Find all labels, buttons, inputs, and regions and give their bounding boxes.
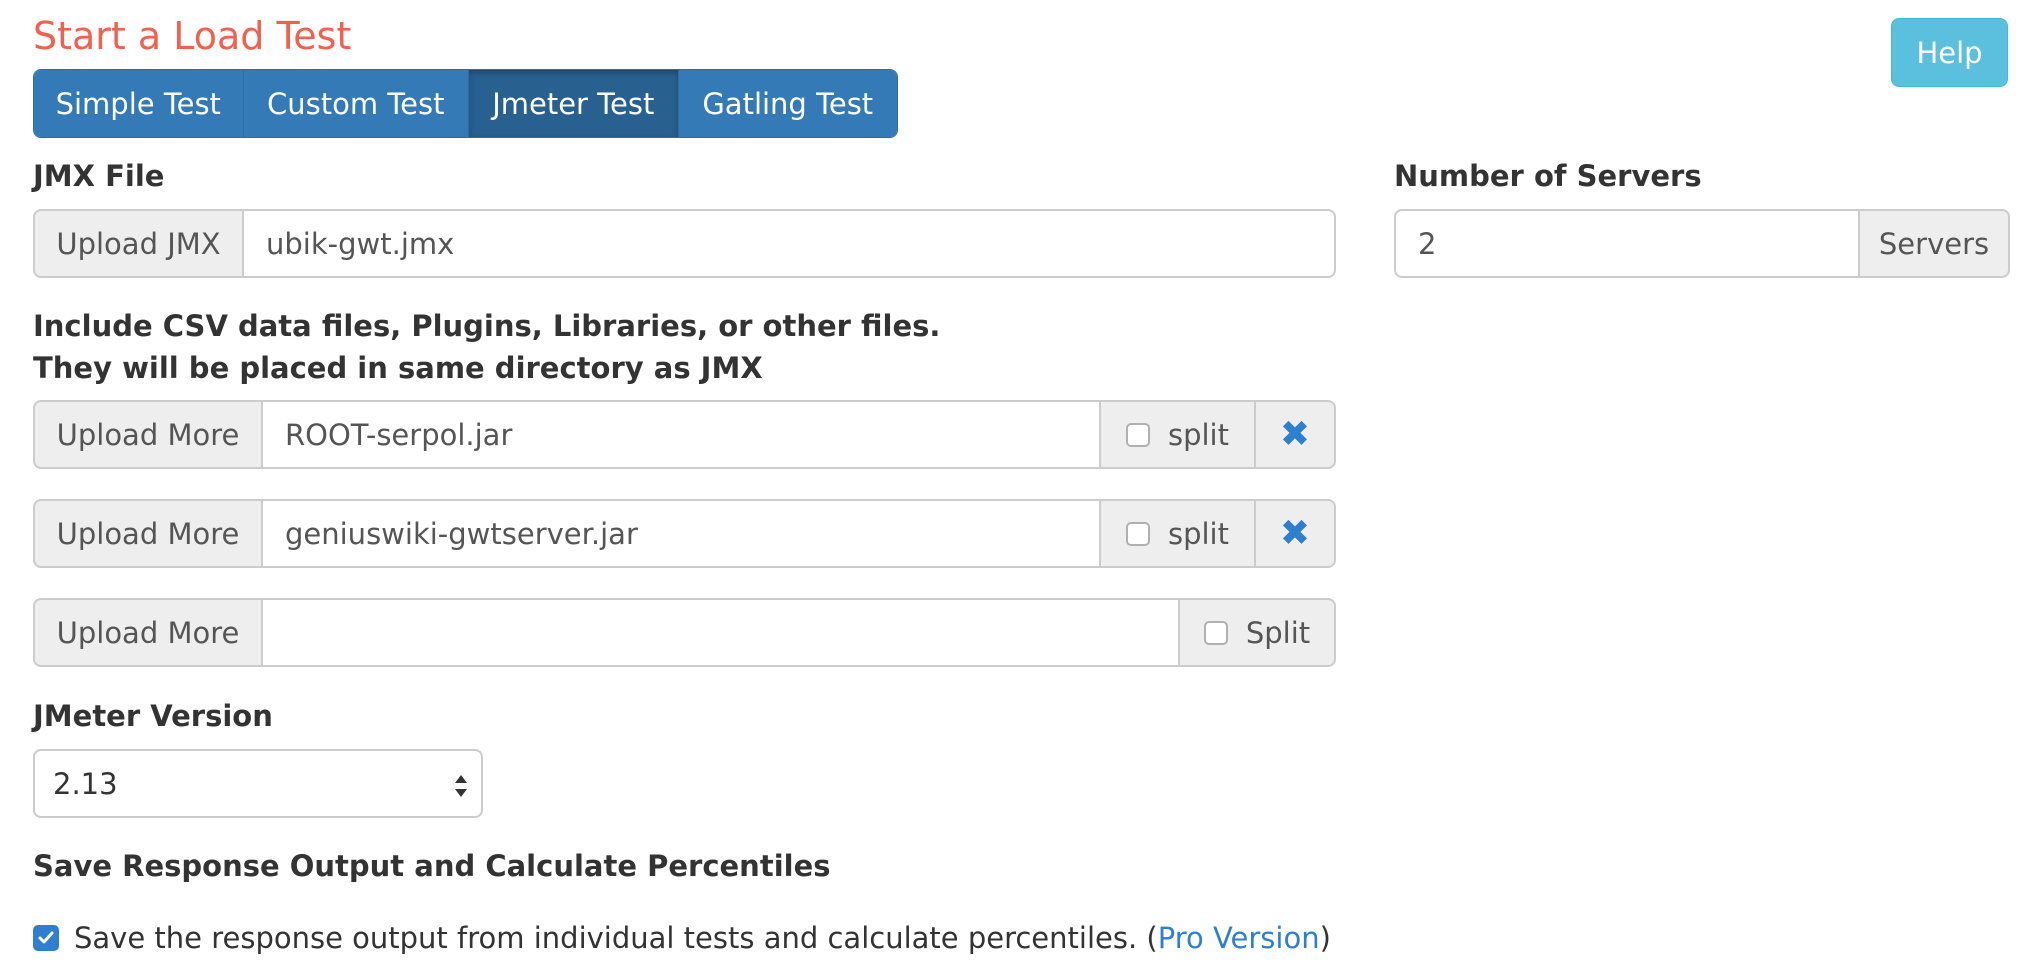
split-label: Split [1245, 615, 1311, 650]
close-icon: ✖ [1279, 413, 1311, 455]
servers-input[interactable]: 2 [1394, 209, 1860, 278]
save-response-description: Save the response output from individual… [74, 921, 1158, 955]
split-option[interactable]: split [1101, 499, 1256, 568]
split-checkbox[interactable] [1203, 620, 1228, 645]
tab-jmeter-test[interactable]: Jmeter Test [469, 70, 679, 137]
split-checkbox[interactable] [1125, 521, 1150, 546]
split-label: split [1167, 516, 1229, 551]
tab-custom-test[interactable]: Custom Test [243, 70, 469, 137]
checkmark-icon [38, 931, 54, 944]
servers-group: 2 Servers [1394, 209, 2010, 278]
extra-files-instructions-line2: They will be placed in same directory as… [33, 351, 763, 385]
jmeter-version-select[interactable]: 2.13 [33, 749, 483, 818]
servers-unit-addon: Servers [1860, 209, 2010, 278]
extra-files-instructions-line1: Include CSV data files, Plugins, Librari… [33, 309, 941, 343]
pro-version-link[interactable]: Pro Version [1158, 921, 1320, 955]
number-of-servers-label: Number of Servers [1394, 159, 1702, 193]
remove-file-button[interactable]: ✖ [1256, 499, 1336, 568]
close-icon: ✖ [1279, 512, 1311, 554]
extra-file-row: Upload More ROOT-serpol.jar split ✖ [33, 400, 1336, 469]
tab-simple-test[interactable]: Simple Test [34, 70, 244, 137]
select-arrows-icon [455, 775, 467, 797]
split-option[interactable]: Split [1180, 598, 1336, 667]
jmx-file-label: JMX File [33, 159, 165, 193]
save-response-checkbox[interactable] [33, 925, 59, 951]
jmeter-version-value: 2.13 [53, 766, 118, 801]
upload-more-button[interactable]: Upload More [33, 499, 263, 568]
split-checkbox[interactable] [1125, 422, 1150, 447]
test-type-tabs: Simple Test Custom Test Jmeter Test Gatl… [33, 69, 898, 138]
save-response-heading: Save Response Output and Calculate Perce… [33, 849, 831, 883]
remove-file-button[interactable]: ✖ [1256, 400, 1336, 469]
page-title: Start a Load Test [33, 14, 352, 58]
help-button[interactable]: Help [1891, 18, 2008, 87]
save-response-text: Save the response output from individual… [74, 918, 1331, 958]
extra-file-row: Upload More geniuswiki-gwtserver.jar spl… [33, 499, 1336, 568]
upload-more-button[interactable]: Upload More [33, 598, 263, 667]
jmx-file-group: Upload JMX ubik-gwt.jmx [33, 209, 1336, 278]
jmeter-version-label: JMeter Version [33, 699, 273, 733]
jmx-filename-field[interactable]: ubik-gwt.jmx [244, 209, 1336, 278]
split-label: split [1167, 417, 1229, 452]
split-option[interactable]: split [1101, 400, 1256, 469]
extra-filename-field[interactable]: geniuswiki-gwtserver.jar [263, 499, 1101, 568]
load-test-page: Start a Load Test Help Simple Test Custo… [0, 0, 2042, 972]
upload-more-button[interactable]: Upload More [33, 400, 263, 469]
save-response-closing: ) [1319, 921, 1331, 955]
upload-jmx-button[interactable]: Upload JMX [33, 209, 244, 278]
tab-gatling-test[interactable]: Gatling Test [678, 70, 897, 137]
extra-file-row: Upload More Split [33, 598, 1336, 667]
extra-filename-field[interactable]: ROOT-serpol.jar [263, 400, 1101, 469]
extra-filename-field[interactable] [263, 598, 1180, 667]
